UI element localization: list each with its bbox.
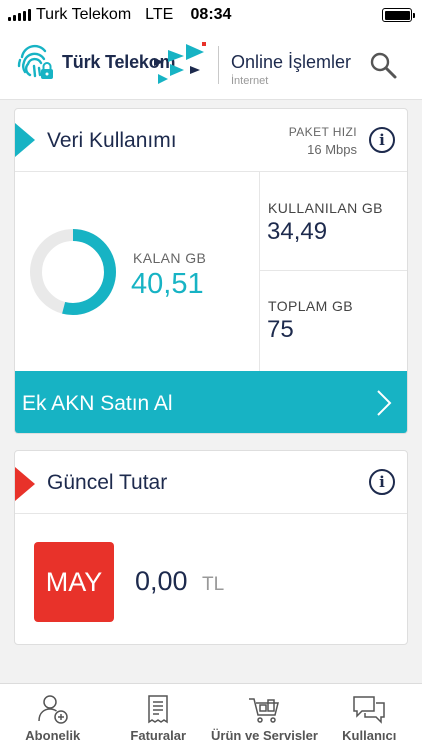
current-bill-card: Güncel Tutar i MAY 0,00 TL bbox=[14, 450, 408, 645]
package-speed-value: 16 Mbps bbox=[307, 142, 357, 157]
tab-bar: Abonelik Faturalar Ürün ve Servisler Kul… bbox=[0, 683, 422, 750]
header-divider bbox=[218, 46, 219, 84]
data-usage-card: Veri Kullanımı PAKET HIZI 16 Mbps i KALA… bbox=[14, 108, 408, 434]
used-gb-label: KULLANILAN GB bbox=[268, 200, 383, 216]
chat-icon bbox=[353, 696, 385, 724]
triangle-marker-icon bbox=[15, 123, 35, 157]
buy-extra-data-label: Ek AKN Satın Al bbox=[22, 392, 173, 415]
card-header: Güncel Tutar i bbox=[15, 451, 407, 514]
info-icon[interactable]: i bbox=[369, 127, 395, 153]
carrier-name: Turk Telekom bbox=[36, 6, 132, 23]
used-gb-value: 34,49 bbox=[267, 218, 328, 245]
horizontal-divider bbox=[259, 270, 407, 271]
total-gb-value: 75 bbox=[267, 316, 294, 343]
section-subtitle: İnternet bbox=[231, 75, 269, 87]
remaining-gb-label: KALAN GB bbox=[133, 250, 207, 266]
usage-body: KALAN GB 40,51 KULLANILAN GB 34,49 TOPLA… bbox=[15, 172, 407, 371]
vertical-divider bbox=[259, 172, 260, 371]
remaining-data-donut bbox=[30, 229, 116, 315]
section-title: Online İşlemler bbox=[231, 52, 352, 72]
tab-kullanici[interactable]: Kullanıcı bbox=[317, 684, 422, 750]
card-header: Veri Kullanımı PAKET HIZI 16 Mbps i bbox=[15, 109, 407, 172]
battery-icon bbox=[382, 8, 415, 22]
status-bar: Turk Telekom LTE 08:34 bbox=[0, 0, 422, 30]
tab-abonelik[interactable]: Abonelik bbox=[0, 684, 106, 750]
cart-icon bbox=[248, 698, 279, 723]
month-badge: MAY bbox=[34, 542, 114, 622]
tab-label: Kullanıcı bbox=[342, 728, 397, 743]
total-gb-label: TOPLAM GB bbox=[268, 298, 354, 314]
info-icon[interactable]: i bbox=[369, 469, 395, 495]
chevron-right-icon bbox=[377, 390, 392, 416]
network-type: LTE bbox=[145, 6, 174, 23]
tab-urun-ve-servisler[interactable]: Ürün ve Servisler bbox=[211, 684, 318, 750]
current-bill-title: Güncel Tutar bbox=[47, 471, 168, 494]
search-icon[interactable] bbox=[368, 50, 398, 80]
remaining-gb-value: 40,51 bbox=[131, 268, 204, 300]
tab-label: Faturalar bbox=[130, 728, 187, 743]
buy-extra-data-button[interactable]: Ek AKN Satın Al bbox=[15, 371, 407, 433]
fingerprint-lock-icon bbox=[17, 44, 53, 79]
app-header: Türk Telekom Online İşlemler İnternet bbox=[0, 30, 422, 100]
data-usage-title: Veri Kullanımı bbox=[47, 129, 177, 152]
bill-amount: 0,00 bbox=[135, 566, 188, 596]
bill-currency: TL bbox=[202, 574, 225, 595]
user-add-icon bbox=[38, 695, 68, 724]
tab-label: Ürün ve Servisler bbox=[211, 728, 318, 743]
tab-label: Abonelik bbox=[25, 728, 81, 743]
triangle-marker-icon bbox=[15, 467, 35, 501]
package-speed-label: PAKET HIZI bbox=[288, 125, 357, 139]
tab-faturalar[interactable]: Faturalar bbox=[106, 684, 212, 750]
receipt-icon bbox=[148, 695, 168, 724]
brand-logo-arrows-icon bbox=[154, 42, 206, 84]
signal-strength-icon bbox=[8, 9, 31, 21]
